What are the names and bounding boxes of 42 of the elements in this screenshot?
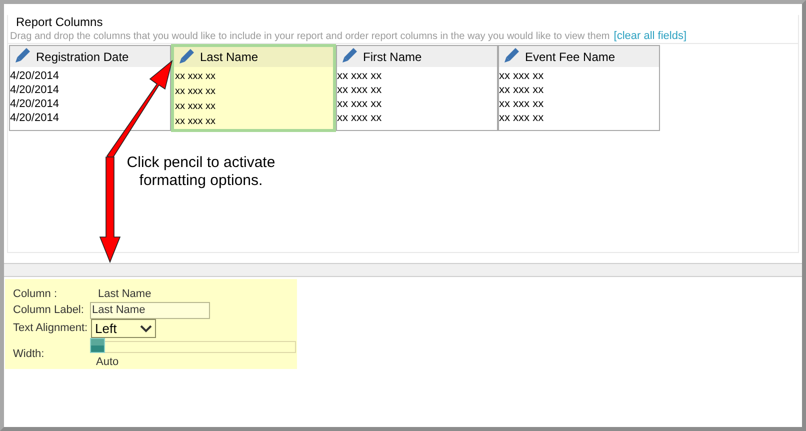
pencil-icon[interactable] bbox=[340, 48, 357, 65]
table-cell-text: 4/20/2014 bbox=[10, 83, 60, 97]
table-cell-text: xx xxx xx bbox=[337, 111, 383, 125]
table-cell-text: xx xxx xx bbox=[337, 69, 383, 83]
text-alignment-dropdown[interactable]: Left bbox=[91, 319, 156, 338]
column-label-input[interactable]: Last Name bbox=[90, 302, 210, 318]
report-column[interactable]: First Name xx xxx xx xx xxx xx xx xxx xx xx xxx xx bbox=[336, 45, 498, 131]
table-cell-text: xx xxx xx bbox=[174, 85, 217, 99]
table-cell-text: xx xxx xx bbox=[499, 111, 545, 125]
table-cell-text: 4/20/2014 bbox=[10, 97, 60, 111]
pencil-icon[interactable] bbox=[177, 48, 194, 66]
instructions-text: Drag and drop the columns that you would like to include in your report and order report columns in the way you would like to view them bbox=[10, 30, 610, 43]
column-header: Registration Date bbox=[36, 48, 129, 66]
pencil-icon[interactable] bbox=[502, 48, 519, 65]
table-cell-text: xx xxx xx bbox=[174, 70, 217, 84]
table-cell-text: xx xxx xx bbox=[174, 115, 217, 129]
column-label-label: Column Label: bbox=[13, 302, 85, 318]
table-cell-text: xx xxx xx bbox=[499, 83, 545, 97]
column-value: Last Name bbox=[98, 287, 152, 302]
slider-thumb[interactable] bbox=[90, 338, 105, 353]
table-cell-text: xx xxx xx bbox=[174, 100, 217, 114]
width-reading: Auto bbox=[96, 355, 120, 370]
table-cell-text: 4/20/2014 bbox=[10, 69, 60, 83]
report-column[interactable]: Registration Date 4/20/2014 4/20/2014 4/20/2014 4/20/2014 bbox=[9, 45, 171, 131]
table-cell-text: 4/20/2014 bbox=[10, 111, 60, 125]
column-header: Event Fee Name bbox=[525, 48, 616, 66]
chevron-down-icon bbox=[140, 324, 152, 332]
pencil-icon[interactable] bbox=[13, 48, 30, 65]
report-column[interactable]: Event Fee Name xx xxx xx xx xxx xx xx xxx xx xx xxx xx bbox=[498, 45, 660, 131]
column-header: Last Name bbox=[200, 49, 258, 66]
table-cell-text: xx xxx xx bbox=[499, 97, 545, 111]
column-header: First Name bbox=[363, 48, 422, 66]
text-alignment-label: Text Alignment: bbox=[13, 321, 89, 336]
table-cell-text: xx xxx xx bbox=[337, 97, 383, 111]
width-slider[interactable] bbox=[90, 341, 296, 353]
table-cell-text: xx xxx xx bbox=[337, 83, 383, 97]
table-cell-text: xx xxx xx bbox=[499, 69, 545, 83]
panel-title: Report Columns bbox=[16, 15, 104, 30]
column-label: Column : bbox=[13, 287, 58, 302]
callout-text: Click pencil to activate formatting options. bbox=[126, 154, 276, 190]
report-column[interactable]: Last Name xx xxx xx xx xxx xx xx xxx xx xx xxx xx bbox=[171, 44, 336, 132]
width-label: Width: bbox=[13, 347, 46, 362]
